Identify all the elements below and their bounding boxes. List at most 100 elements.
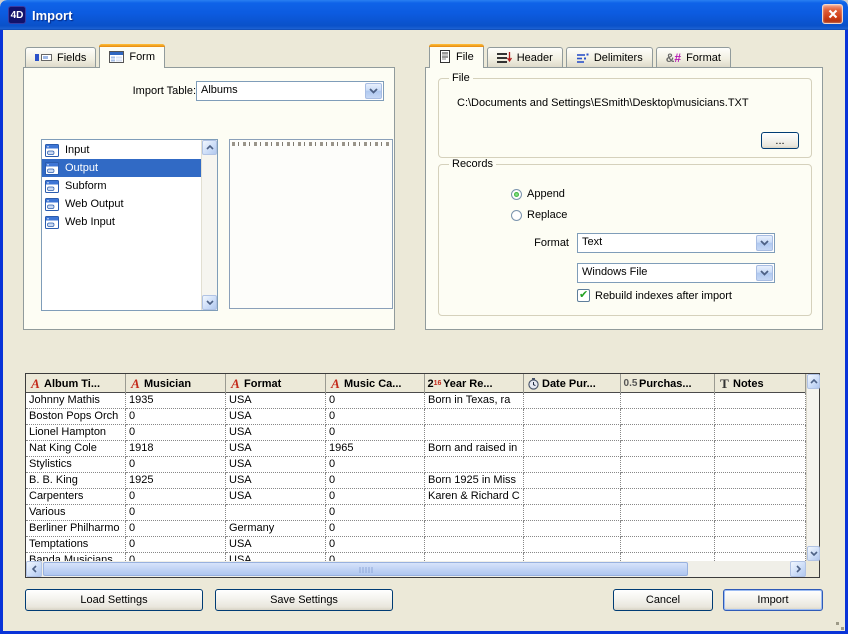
forms-listbox[interactable]: Input Output SubformWeb OutputWeb Input xyxy=(41,139,218,311)
table-cell: Born and raised in xyxy=(425,441,524,457)
form-window-icon xyxy=(45,198,59,211)
table-cell xyxy=(425,505,524,521)
table-row[interactable]: Temptations0USA0 xyxy=(26,537,806,553)
table-cell: 0 xyxy=(326,537,425,553)
table-cell xyxy=(621,441,715,457)
rebuild-indexes-checkbox[interactable]: Rebuild indexes after import xyxy=(577,289,732,302)
records-groupbox: Records Append Replace Format Text Windo… xyxy=(438,164,812,316)
file-groupbox: File C:\Documents and Settings\ESmith\De… xyxy=(438,78,812,158)
save-settings-button[interactable]: Save Settings xyxy=(215,589,393,611)
table-horizontal-scrollbar[interactable] xyxy=(26,561,806,577)
column-header-year-re[interactable]: 216Year Re... xyxy=(425,374,524,393)
tab-delimiters[interactable]: Delimiters xyxy=(566,47,653,67)
column-header-musician[interactable]: AMusician xyxy=(126,374,226,393)
table-cell xyxy=(524,393,621,409)
table-row[interactable]: Johnny Mathis1935USA0Born in Texas, ra xyxy=(26,393,806,409)
tab-format[interactable]: &# Format xyxy=(656,47,731,67)
format-select[interactable]: Text xyxy=(577,233,775,253)
list-item-web-output[interactable]: Web Output xyxy=(42,195,201,213)
alpha-type-icon: A xyxy=(328,376,343,392)
table-row[interactable]: Various00 xyxy=(26,505,806,521)
table-cell xyxy=(715,393,806,409)
table-cell: Carpenters xyxy=(26,489,126,505)
table-row[interactable]: B. B. King1925USA0Born 1925 in Miss xyxy=(26,473,806,489)
column-header-music-ca[interactable]: AMusic Ca... xyxy=(326,374,425,393)
tab-form[interactable]: Form xyxy=(99,44,165,68)
table-cell xyxy=(715,441,806,457)
tab-header-label: Header xyxy=(517,52,553,64)
scroll-left-icon[interactable] xyxy=(26,561,42,577)
table-cell: USA xyxy=(226,409,326,425)
radio-append-label: Append xyxy=(527,188,565,200)
table-vertical-scrollbar[interactable] xyxy=(806,374,819,561)
scroll-right-icon[interactable] xyxy=(790,561,806,577)
close-button[interactable] xyxy=(822,4,843,24)
list-item-web-input[interactable]: Web Input xyxy=(42,213,201,231)
resize-grip[interactable] xyxy=(834,620,844,630)
chevron-down-icon[interactable] xyxy=(365,83,382,99)
table-row[interactable]: Stylistics0USA0 xyxy=(26,457,806,473)
column-header-label: Music Ca... xyxy=(344,378,401,390)
scroll-up-icon[interactable] xyxy=(807,374,820,389)
titlebar[interactable]: 4D Import xyxy=(0,0,848,30)
tab-file[interactable]: File xyxy=(429,44,484,68)
table-row[interactable]: Boston Pops Orch0USA0 xyxy=(26,409,806,425)
column-header-date-pur[interactable]: Date Pur... xyxy=(524,374,621,393)
table-cell xyxy=(715,473,806,489)
import-button[interactable]: Import xyxy=(723,589,823,611)
tab-fields[interactable]: Fields xyxy=(25,47,96,67)
records-group-title: Records xyxy=(449,158,496,170)
table-cell xyxy=(524,505,621,521)
forms-list-scrollbar[interactable] xyxy=(201,140,217,310)
chevron-down-icon[interactable] xyxy=(756,235,773,251)
table-cell xyxy=(524,537,621,553)
table-row[interactable]: Banda Musicians0USA0 xyxy=(26,553,806,561)
scroll-down-icon[interactable] xyxy=(807,546,820,561)
table-cell: USA xyxy=(226,457,326,473)
table-cell xyxy=(621,425,715,441)
column-header-purchas[interactable]: 0.5Purchas... xyxy=(621,374,715,393)
load-settings-button[interactable]: Load Settings xyxy=(25,589,203,611)
table-header-row: AAlbum Ti...AMusicianAFormatAMusic Ca...… xyxy=(26,374,806,393)
chevron-down-icon[interactable] xyxy=(756,265,773,281)
cancel-button[interactable]: Cancel xyxy=(613,589,713,611)
table-cell: 0 xyxy=(126,521,226,537)
column-header-album-ti[interactable]: AAlbum Ti... xyxy=(26,374,126,393)
horizontal-scroll-thumb[interactable] xyxy=(43,562,688,576)
list-item-output[interactable]: Output xyxy=(42,159,201,177)
table-row[interactable]: Nat King Cole1918USA1965Born and raised … xyxy=(26,441,806,457)
file-group-title: File xyxy=(449,72,473,84)
table-cell: 0 xyxy=(326,521,425,537)
list-item-label: Output xyxy=(65,162,98,174)
real-type-icon: 0.5 xyxy=(623,378,638,389)
table-cell xyxy=(425,521,524,537)
scroll-down-icon[interactable] xyxy=(202,295,217,310)
list-item-subform[interactable]: Subform xyxy=(42,177,201,195)
form-window-icon xyxy=(45,216,59,229)
import-dialog: 4D Import Fields Form Import Table: Albu… xyxy=(0,0,848,634)
file-format-select[interactable]: Windows File xyxy=(577,263,775,283)
import-table-select[interactable]: Albums xyxy=(196,81,384,101)
list-item-input[interactable]: Input xyxy=(42,141,201,159)
column-header-notes[interactable]: TNotes xyxy=(715,374,806,393)
table-row[interactable]: Carpenters0USA0Karen & Richard C xyxy=(26,489,806,505)
table-cell: Boston Pops Orch xyxy=(26,409,126,425)
browse-button[interactable]: ... xyxy=(761,132,799,149)
scrollbar-corner xyxy=(806,561,819,577)
table-row[interactable]: Lionel Hampton0USA0 xyxy=(26,425,806,441)
table-cell: 1965 xyxy=(326,441,425,457)
checkbox-icon xyxy=(577,289,590,302)
form-icon xyxy=(109,51,124,63)
table-row[interactable]: Berliner Philharmo0Germany0 xyxy=(26,521,806,537)
radio-append[interactable]: Append xyxy=(511,188,565,200)
table-cell: USA xyxy=(226,473,326,489)
table-cell xyxy=(621,489,715,505)
table-cell xyxy=(226,505,326,521)
table-cell: Stylistics xyxy=(26,457,126,473)
tab-header[interactable]: Header xyxy=(487,47,563,67)
radio-replace[interactable]: Replace xyxy=(511,209,567,221)
table-cell: USA xyxy=(226,425,326,441)
scroll-up-icon[interactable] xyxy=(202,140,217,155)
alpha-type-icon: A xyxy=(228,376,243,392)
column-header-format[interactable]: AFormat xyxy=(226,374,326,393)
